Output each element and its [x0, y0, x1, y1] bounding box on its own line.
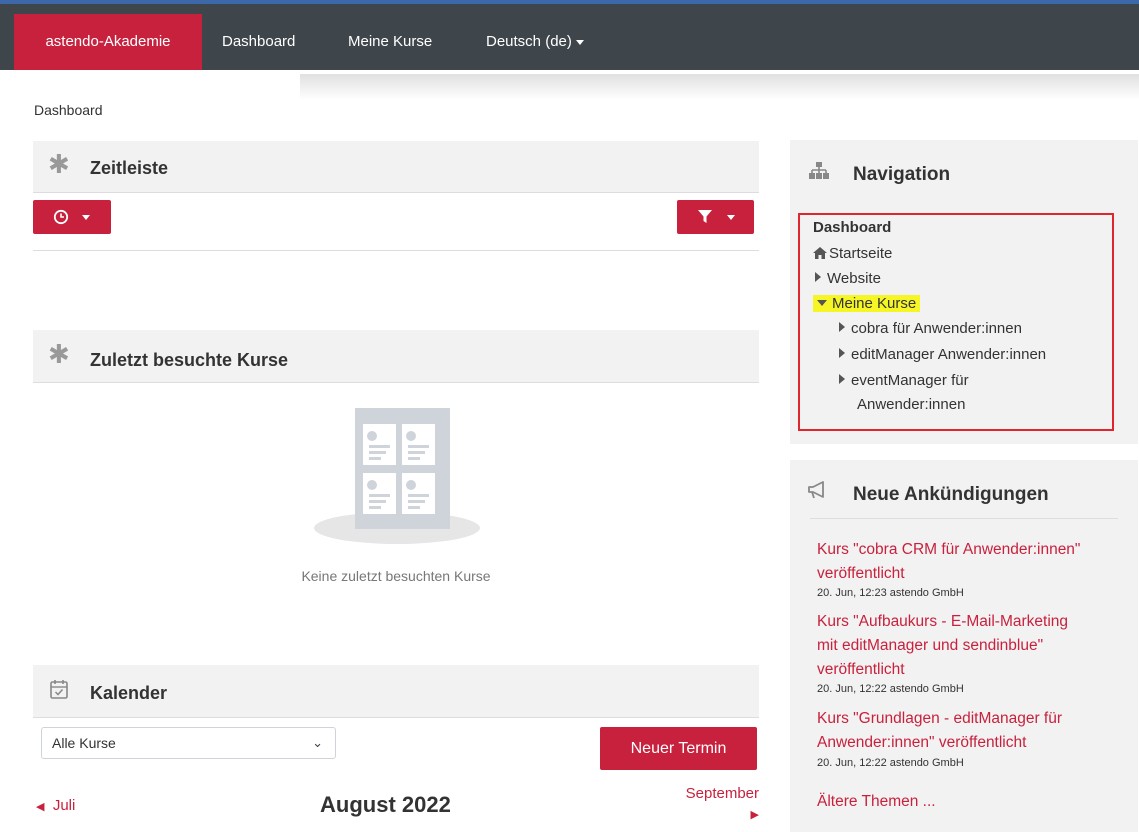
caret-down-icon: [82, 215, 90, 220]
announcement-line: mit editManager und sendinblue": [817, 637, 1044, 654]
announcement-line: Kurs "Aufbaukurs - E-Mail-Marketing: [817, 613, 1068, 630]
course-label: cobra für Anwender:innen: [851, 320, 1022, 337]
nav-item-home[interactable]: Startseite: [813, 245, 892, 262]
older-topics-link[interactable]: Ältere Themen ...: [817, 790, 1117, 814]
expand-arrow-icon: [839, 322, 845, 332]
caret-down-icon: [727, 215, 735, 220]
expand-arrow-icon: [815, 272, 821, 282]
recent-courses-header: ✱ Zuletzt besuchte Kurse: [33, 330, 759, 383]
announcement-line: veröffentlicht: [817, 661, 905, 678]
nav-item-my-courses-label: Meine Kurse: [832, 295, 917, 312]
nav-item-my-courses[interactable]: Meine Kurse: [813, 295, 921, 312]
timeline-title: Zeitleiste: [90, 158, 169, 178]
course-label-continued[interactable]: Anwender:innen: [857, 396, 965, 413]
new-event-button[interactable]: Neuer Termin: [600, 727, 757, 770]
recent-courses-title: Zuletzt besuchte Kurse: [90, 350, 289, 370]
expand-arrow-icon: [839, 348, 845, 358]
next-month-label: September: [685, 785, 759, 802]
bullhorn-icon: [808, 481, 824, 499]
sitemap-icon: [809, 162, 829, 179]
collapse-arrow-icon: [817, 300, 827, 306]
nav-item-website-label: Website: [827, 270, 881, 287]
course-label: eventManager für: [851, 372, 969, 389]
empty-courses-text: Keine zuletzt besuchten Kurse: [301, 568, 491, 584]
arrow-right-icon: ▶: [750, 809, 759, 821]
divider: [810, 518, 1118, 519]
current-month-title: August 2022: [320, 792, 451, 817]
brand-link[interactable]: astendo-Akademie: [14, 14, 202, 70]
timeline-header: ✱ Zeitleiste: [33, 141, 759, 193]
breadcrumb[interactable]: Dashboard: [34, 102, 103, 118]
nav-item-website[interactable]: Website: [815, 270, 881, 287]
announcement-link[interactable]: Kurs "Aufbaukurs - E-Mail-Marketing mit …: [817, 610, 1117, 682]
divider: [33, 250, 759, 251]
navigation-title: Navigation: [853, 164, 951, 185]
announcements-title: Neue Ankündigungen: [853, 484, 1049, 505]
calendar-title: Kalender: [90, 683, 168, 703]
nav-my-courses-link[interactable]: Meine Kurse: [348, 14, 432, 70]
asterisk-icon: ✱: [48, 149, 70, 179]
announcement-line: veröffentlicht: [817, 565, 905, 582]
caret-down-icon: [575, 39, 584, 45]
language-menu[interactable]: Deutsch (de): [486, 14, 584, 70]
announcement-meta: 20. Jun, 12:23 astendo GmbH: [817, 587, 964, 599]
course-label: editManager Anwender:innen: [851, 346, 1047, 363]
arrow-left-icon: ◀: [36, 801, 45, 813]
calendar-header: Kalender: [33, 665, 759, 718]
nav-item-home-label: Startseite: [829, 245, 893, 262]
calendar-check-icon: [50, 680, 68, 699]
announcement-link[interactable]: Kurs "cobra CRM für Anwender:innen" verö…: [817, 538, 1117, 586]
empty-courses-illustration-icon: [314, 408, 480, 544]
nav-item-course[interactable]: eventManager für: [839, 372, 969, 389]
next-month-link[interactable]: September ▶: [675, 784, 759, 825]
announcement-line: Kurs "cobra CRM für Anwender:innen": [817, 541, 1081, 558]
top-navbar: astendo-Akademie Dashboard Meine Kurse D…: [0, 0, 1139, 100]
announcement-line: Kurs "Grundlagen - editManager für: [817, 710, 1063, 727]
chevron-down-icon: ⌄: [312, 735, 323, 750]
language-label: Deutsch (de): [486, 33, 572, 50]
nav-item-course[interactable]: cobra für Anwender:innen: [839, 320, 1022, 337]
asterisk-icon: ✱: [48, 339, 70, 369]
timeline-sort-filter-button[interactable]: [677, 200, 754, 234]
clock-icon: [53, 209, 69, 225]
announcement-meta: 20. Jun, 12:22 astendo GmbH: [817, 683, 964, 695]
announcement-line: Anwender:innen" veröffentlicht: [817, 734, 1027, 751]
nav-item-dashboard[interactable]: Dashboard: [813, 219, 891, 236]
prev-month-link[interactable]: ◀ Juli: [36, 797, 75, 814]
nav-item-course[interactable]: editManager Anwender:innen: [839, 346, 1046, 363]
expand-arrow-icon: [839, 374, 845, 384]
nav-dashboard-link[interactable]: Dashboard: [222, 14, 295, 70]
course-filter-value: Alle Kurse: [52, 735, 116, 751]
home-icon: [813, 247, 827, 259]
filter-icon: [698, 210, 712, 223]
course-filter-select[interactable]: Alle Kurse ⌄: [41, 727, 336, 759]
prev-month-label: Juli: [52, 797, 76, 814]
announcement-meta: 20. Jun, 12:22 astendo GmbH: [817, 757, 964, 769]
timeline-date-filter-button[interactable]: [33, 200, 111, 234]
announcement-link[interactable]: Kurs "Grundlagen - editManager für Anwen…: [817, 707, 1117, 755]
